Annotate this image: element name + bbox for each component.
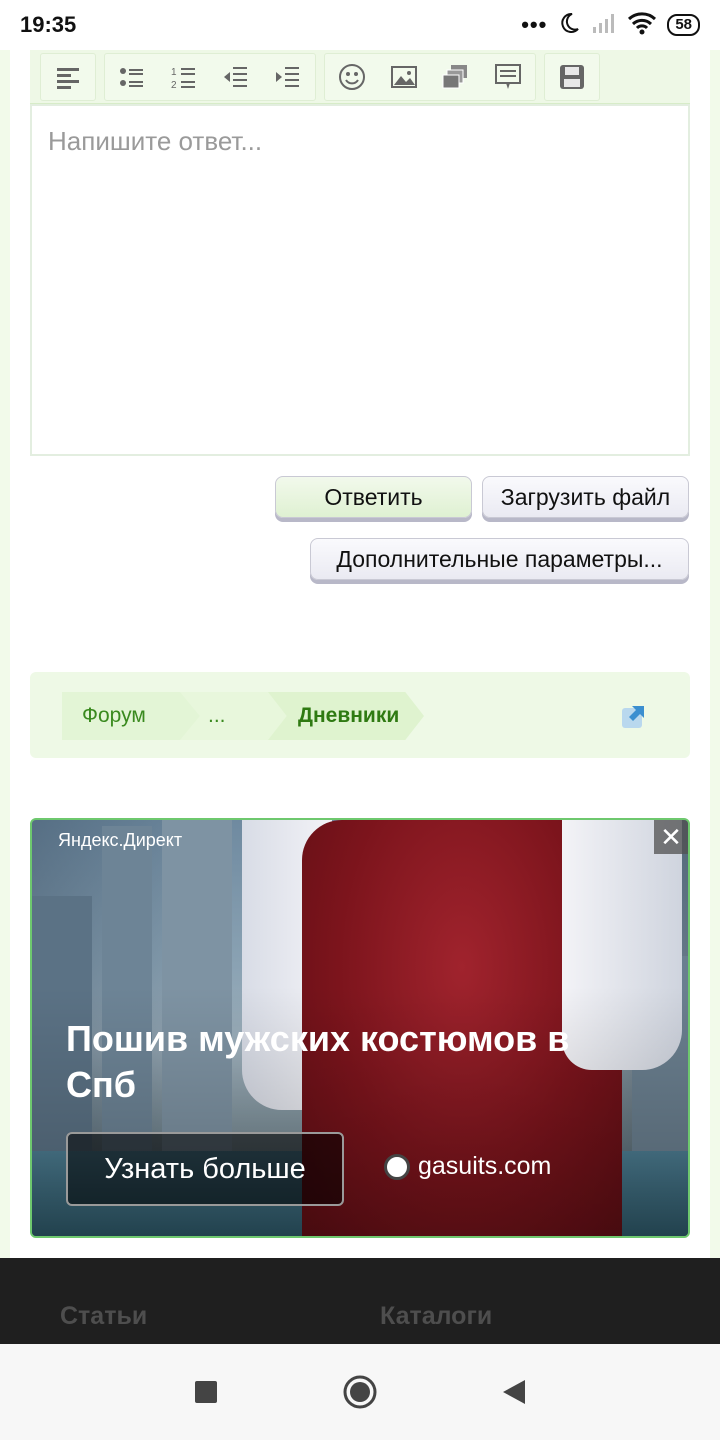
smiley-icon[interactable] — [333, 58, 371, 96]
reply-editor — [30, 104, 690, 456]
ad-domain-link[interactable]: gasuits.com — [384, 1152, 551, 1181]
editor-toolbar: 12 — [30, 50, 690, 104]
footer-link-catalogs[interactable]: Каталоги — [380, 1302, 492, 1331]
status-icons: ••• 58 — [521, 11, 700, 40]
ad-title: Пошив мужских костюмов в Спб — [66, 1018, 570, 1105]
align-left-icon[interactable] — [49, 58, 87, 96]
favicon-icon — [384, 1153, 410, 1180]
ad-source-label: Яндекс.Директ — [58, 830, 183, 850]
indent-icon[interactable] — [269, 58, 307, 96]
more-icon: ••• — [521, 12, 548, 37]
breadcrumb-forum[interactable]: Форум — [62, 692, 202, 740]
footer-link-articles[interactable]: Статьи — [60, 1302, 147, 1331]
breadcrumb: Форум ... Дневники — [30, 672, 690, 758]
external-link-icon[interactable] — [620, 702, 648, 730]
breadcrumb-diaries[interactable]: Дневники — [268, 692, 424, 740]
svg-text:1: 1 — [171, 67, 177, 78]
system-navigation-bar — [0, 1344, 720, 1440]
upload-file-button[interactable]: Загрузить файл — [482, 476, 689, 518]
quote-icon[interactable] — [489, 58, 527, 96]
ad-domain-text: gasuits.com — [418, 1152, 552, 1180]
save-icon[interactable] — [553, 58, 591, 96]
learn-more-button[interactable]: Узнать больше — [66, 1132, 344, 1206]
advertisement-banner[interactable]: Яндекс.Директ ✕ Пошив мужских костюмов в… — [30, 818, 690, 1238]
toolbar-group-lists: 12 — [104, 52, 316, 101]
toolbar-group-align — [40, 52, 96, 101]
signal-icon — [591, 12, 617, 39]
page-margin-left — [0, 50, 10, 1260]
home-icon[interactable] — [338, 1370, 382, 1414]
bulleted-list-icon[interactable] — [113, 58, 151, 96]
toolbar-group-insert — [324, 52, 536, 101]
toolbar-group-save — [544, 52, 600, 101]
back-icon[interactable] — [492, 1370, 536, 1414]
outdent-icon[interactable] — [217, 58, 255, 96]
close-icon[interactable]: ✕ — [654, 820, 688, 854]
svg-text:2: 2 — [171, 80, 177, 91]
status-time: 19:35 — [20, 12, 77, 37]
moon-icon — [557, 11, 581, 40]
status-bar: 19:35 ••• 58 — [0, 0, 720, 50]
reply-button[interactable]: Ответить — [275, 476, 472, 518]
image-icon[interactable] — [385, 58, 423, 96]
recents-icon[interactable] — [184, 1370, 228, 1414]
media-gallery-icon[interactable] — [437, 58, 475, 96]
reply-textarea[interactable] — [32, 106, 688, 454]
page-margin-right — [710, 50, 720, 1260]
wifi-icon — [627, 11, 657, 40]
numbered-list-icon[interactable]: 12 — [165, 58, 203, 96]
site-footer: Статьи Каталоги — [0, 1258, 720, 1344]
battery-icon: 58 — [667, 14, 700, 36]
more-options-button[interactable]: Дополнительные параметры... — [310, 538, 689, 580]
